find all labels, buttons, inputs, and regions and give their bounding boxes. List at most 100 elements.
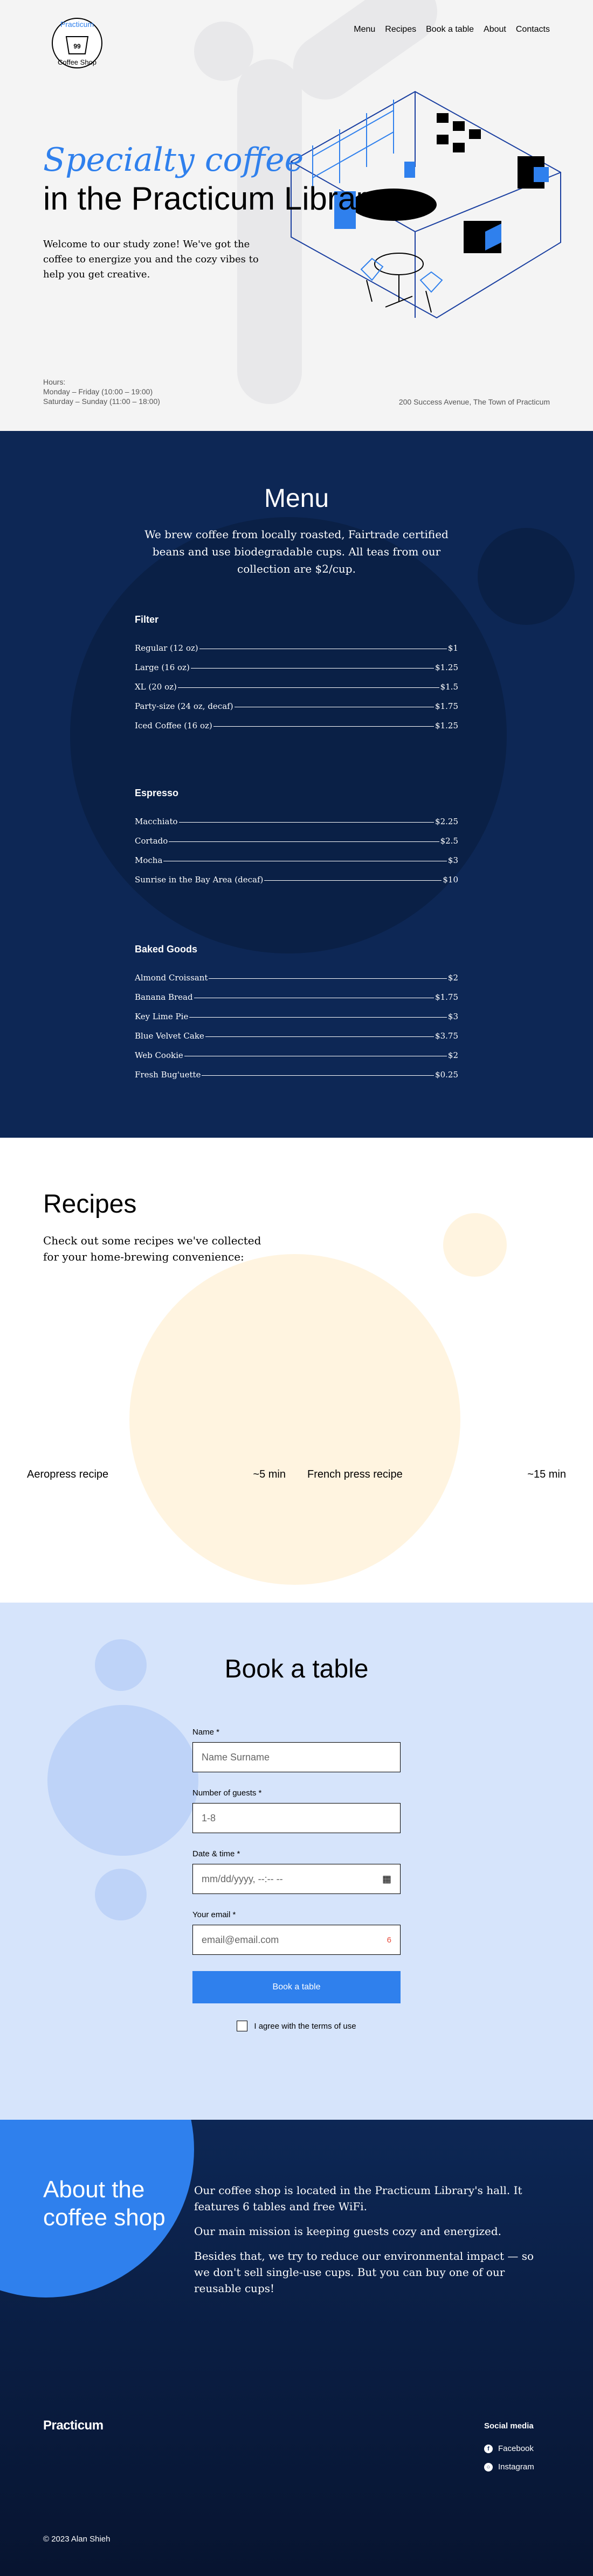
- terms-label: I agree with the terms of use: [254, 2021, 356, 2031]
- menu-item: Cortado $2.5: [135, 836, 458, 846]
- menu-item-price: $3: [447, 1012, 458, 1021]
- nav-book-a-table[interactable]: Book a table: [426, 25, 474, 34]
- name-placeholder: Name Surname: [202, 1751, 270, 1763]
- menu-subtitle: We brew coffee from locally roasted, Fai…: [144, 528, 449, 575]
- menu-item-name: Regular (12 oz): [135, 643, 198, 653]
- nav-about[interactable]: About: [484, 25, 506, 34]
- instagram-label: Instagram: [498, 2462, 534, 2471]
- menu-item-name: Cortado: [135, 836, 168, 846]
- menu-item-leader: [169, 841, 439, 842]
- date-time-input[interactable]: mm/dd/yyyy, --:-- -- ▦: [192, 1864, 401, 1894]
- menu-item-leader: [205, 1036, 435, 1037]
- recipes-background-circle: [443, 1213, 507, 1277]
- recipe-card-aeropress[interactable]: Aeropress recipe ~5 min: [27, 1468, 286, 1481]
- calendar-icon[interactable]: ▦: [382, 1874, 391, 1885]
- footer-logo[interactable]: Practicum: [43, 2418, 104, 2433]
- menu-item-price: $0.25: [435, 1070, 458, 1080]
- social-media-title: Social media: [484, 2421, 534, 2431]
- menu-item: Banana Bread $1.75: [135, 992, 458, 1002]
- book-submit-button[interactable]: Book a table: [192, 1971, 401, 2003]
- logo[interactable]: 99 Practicum Coffee Shop: [42, 15, 112, 69]
- menu-item-name: Banana Bread: [135, 992, 193, 1002]
- menu-item: Mocha $3: [135, 855, 458, 865]
- instagram-icon: ○: [484, 2462, 493, 2471]
- logo-bottom-text: Coffee Shop: [58, 58, 96, 66]
- hero-title: in the Practicum Library: [43, 180, 383, 217]
- menu-item-name: Iced Coffee (16 oz): [135, 721, 212, 730]
- facebook-icon: f: [484, 2444, 493, 2453]
- facebook-label: Facebook: [498, 2444, 534, 2453]
- menu-item: Web Cookie $2: [135, 1050, 458, 1060]
- menu-item-leader: [177, 687, 439, 688]
- nav-menu[interactable]: Menu: [354, 25, 375, 34]
- menu-item: Large (16 oz) $1.25: [135, 663, 458, 672]
- recipe-time: ~15 min: [527, 1468, 566, 1480]
- recipes-section: Recipes Check out some recipes we've col…: [0, 1138, 593, 1603]
- recipes-title: Recipes: [43, 1190, 137, 1219]
- terms-agreement: I agree with the terms of use: [192, 2021, 401, 2031]
- menu-item-price: $1: [447, 643, 458, 653]
- menu-item: Fresh Bug'uette $0.25: [135, 1070, 458, 1080]
- menu-item-leader: [190, 668, 435, 669]
- about-paragraph: Besides that, we try to reduce our envir…: [194, 2250, 534, 2295]
- address: 200 Success Avenue, The Town of Practicu…: [398, 398, 550, 406]
- about-title-line2: coffee shop: [43, 2204, 166, 2231]
- nav-contacts[interactable]: Contacts: [516, 25, 550, 34]
- menu-item-price: $1.75: [435, 701, 458, 711]
- menu-background-circle: [478, 528, 575, 625]
- menu-item: Iced Coffee (16 oz) $1.25: [135, 721, 458, 730]
- copyright: © 2023 Alan Shieh: [43, 2535, 111, 2544]
- facebook-link[interactable]: f Facebook: [484, 2444, 534, 2453]
- guests-input[interactable]: 1-8: [192, 1803, 401, 1833]
- menu-item-leader: [264, 880, 442, 881]
- menu-item-price: $2: [447, 1050, 458, 1060]
- menu-item-leader: [202, 1075, 435, 1076]
- menu-item-name: Mocha: [135, 855, 163, 865]
- menu-item: XL (20 oz) $1.5: [135, 682, 458, 692]
- menu-item-name: Party-size (24 oz, decaf): [135, 701, 233, 711]
- book-background-circle: [95, 1869, 147, 1920]
- name-label: Name *: [192, 1728, 220, 1737]
- menu-item-leader: [209, 978, 447, 979]
- recipes-subtitle: Check out some recipes we've collected f…: [43, 1234, 261, 1263]
- menu-item-price: $1.25: [435, 721, 458, 730]
- recipe-card-french-press[interactable]: French press recipe ~15 min: [307, 1468, 566, 1481]
- logo-mark: 99: [73, 43, 81, 50]
- about-title: About the coffee shop: [43, 2176, 166, 2232]
- menu-item-name: Sunrise in the Bay Area (decaf): [135, 875, 264, 885]
- menu-item-name: Key Lime Pie: [135, 1012, 189, 1021]
- book-section: Book a table Name * Name Surname Number …: [0, 1603, 593, 2120]
- menu-item-name: Large (16 oz): [135, 663, 190, 672]
- menu-item: Party-size (24 oz, decaf) $1.75: [135, 701, 458, 711]
- logo-top-text: Practicum: [60, 20, 94, 29]
- category-title-filter: Filter: [135, 614, 159, 625]
- menu-item-name: Almond Croissant: [135, 973, 208, 983]
- menu-item: Key Lime Pie $3: [135, 1012, 458, 1021]
- menu-item-leader: [189, 1017, 447, 1018]
- about-title-line1: About the: [43, 2176, 145, 2203]
- menu-item-price: $1.25: [435, 663, 458, 672]
- menu-item-name: Web Cookie: [135, 1050, 183, 1060]
- menu-item-name: Blue Velvet Cake: [135, 1031, 204, 1041]
- category-title-espresso: Espresso: [135, 788, 179, 798]
- booking-form: Name * Name Surname Number of guests * 1…: [192, 1728, 401, 2031]
- recipe-name: Aeropress recipe: [27, 1468, 109, 1480]
- instagram-link[interactable]: ○ Instagram: [484, 2462, 534, 2471]
- terms-checkbox[interactable]: [237, 2021, 248, 2031]
- name-input[interactable]: Name Surname: [192, 1742, 401, 1772]
- nav-recipes[interactable]: Recipes: [385, 25, 416, 34]
- hours-label: Hours:: [43, 378, 66, 386]
- book-background-circle: [47, 1705, 198, 1856]
- menu-section: Menu We brew coffee from locally roasted…: [0, 431, 593, 1138]
- hero-description: Welcome to our study zone! We've got the…: [43, 239, 259, 280]
- menu-item-leader: [213, 726, 435, 727]
- recipe-time: ~5 min: [253, 1468, 286, 1480]
- email-placeholder: email@email.com: [202, 1934, 279, 1945]
- email-input[interactable]: email@email.com 6: [192, 1925, 401, 1955]
- menu-item: Blue Velvet Cake $3.75: [135, 1031, 458, 1041]
- recipes-background-circle: [129, 1254, 460, 1585]
- menu-item-name: Fresh Bug'uette: [135, 1070, 201, 1080]
- date-placeholder: mm/dd/yyyy, --:-- --: [202, 1873, 283, 1884]
- menu-background-circle: [70, 517, 507, 953]
- menu-item: Regular (12 oz) $1: [135, 643, 458, 653]
